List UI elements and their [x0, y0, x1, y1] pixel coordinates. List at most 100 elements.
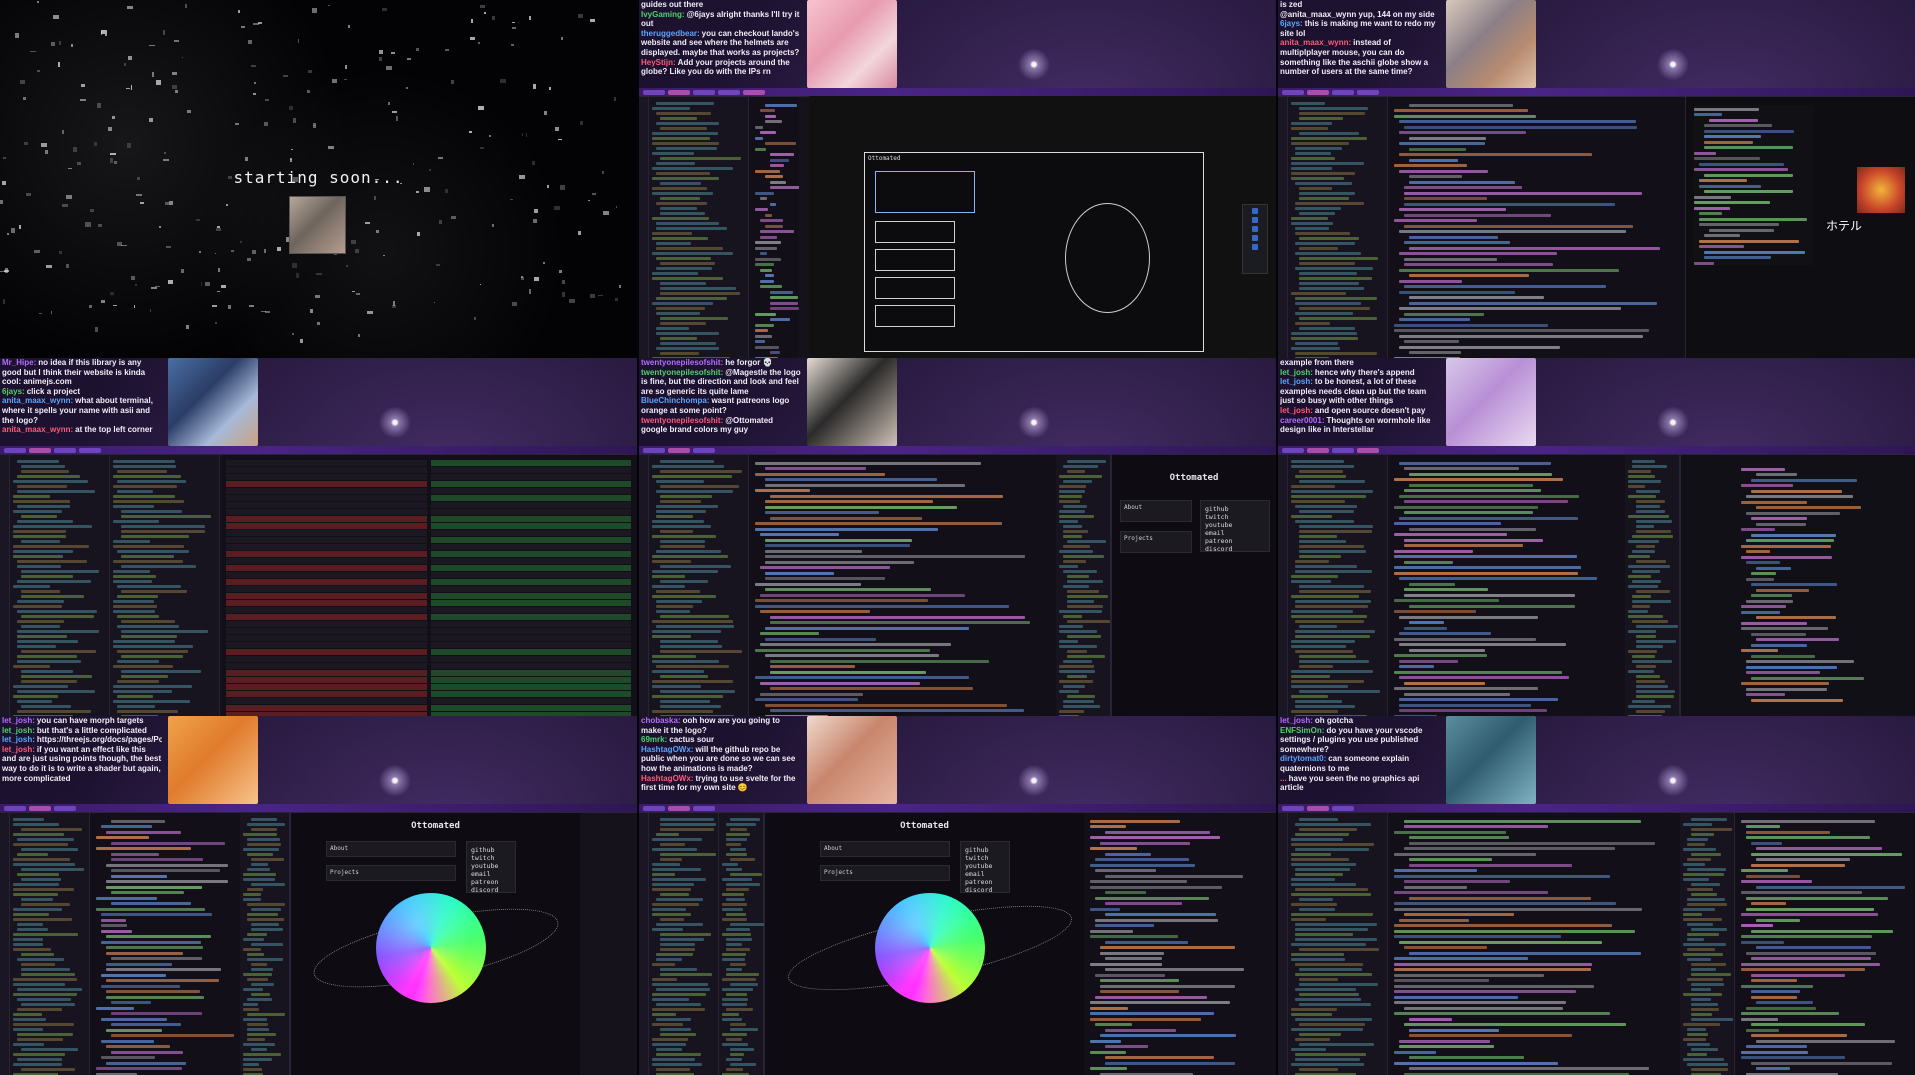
- file-tree-item[interactable]: [660, 690, 735, 693]
- file-tree-item[interactable]: [251, 943, 283, 946]
- file-tree-item[interactable]: [1687, 868, 1726, 871]
- social-link[interactable]: twitch: [471, 854, 511, 862]
- terminal-log[interactable]: [1084, 813, 1276, 1075]
- file-tree-item[interactable]: [656, 958, 682, 961]
- file-tree-item[interactable]: [660, 182, 702, 185]
- open-editors-panel[interactable]: [1056, 455, 1111, 716]
- file-tree-item[interactable]: [1687, 898, 1725, 901]
- file-tree-item[interactable]: [21, 615, 94, 618]
- file-tree-item[interactable]: [247, 958, 283, 961]
- file-tree-item[interactable]: [1636, 560, 1667, 563]
- file-tree-item[interactable]: [652, 525, 712, 528]
- file-tree-item[interactable]: [1691, 973, 1731, 976]
- activity-bar[interactable]: [639, 97, 649, 358]
- chat-username[interactable]: chobaska:: [641, 716, 681, 725]
- file-tree-item[interactable]: [17, 640, 78, 643]
- file-tree-item[interactable]: [1059, 670, 1096, 673]
- file-tree-item[interactable]: [113, 460, 176, 463]
- file-tree-item[interactable]: [1299, 665, 1334, 668]
- file-tree-item[interactable]: [660, 565, 731, 568]
- file-tree-item[interactable]: [1059, 640, 1079, 643]
- file-tree-item[interactable]: [660, 337, 698, 340]
- file-tree-item[interactable]: [726, 948, 751, 951]
- file-tree-item[interactable]: [652, 465, 724, 468]
- file-tree-item[interactable]: [652, 1013, 677, 1016]
- file-tree-item[interactable]: [1067, 635, 1102, 638]
- file-tree-item[interactable]: [1059, 680, 1094, 683]
- file-tree-item[interactable]: [243, 973, 273, 976]
- file-tree-item[interactable]: [1059, 475, 1102, 478]
- file-tree-item[interactable]: [1683, 873, 1725, 876]
- file-tree-item[interactable]: [113, 685, 192, 688]
- file-tree-item[interactable]: [17, 928, 49, 931]
- file-tree-item[interactable]: [1291, 610, 1353, 613]
- file-tree-item[interactable]: [1291, 337, 1359, 340]
- file-tree-item[interactable]: [1291, 172, 1356, 175]
- file-tree-item[interactable]: [730, 828, 747, 831]
- file-tree-item[interactable]: [1299, 237, 1360, 240]
- taskbar[interactable]: [639, 804, 1276, 812]
- file-tree-item[interactable]: [660, 650, 743, 653]
- file-tree-item[interactable]: [113, 505, 155, 508]
- file-tree-item[interactable]: [1291, 843, 1375, 846]
- file-tree-item[interactable]: [726, 823, 757, 826]
- file-tree-item[interactable]: [243, 873, 276, 876]
- file-tree-item[interactable]: [652, 272, 699, 275]
- file-tree-item[interactable]: [652, 908, 686, 911]
- file-tree-item[interactable]: [652, 555, 728, 558]
- file-tree-item[interactable]: [1295, 938, 1377, 941]
- file-tree-item[interactable]: [117, 470, 167, 473]
- file-tree-item[interactable]: [117, 650, 188, 653]
- file-tree-item[interactable]: [1291, 640, 1356, 643]
- file-tree-item[interactable]: [1683, 1023, 1721, 1026]
- file-tree-item[interactable]: [1063, 555, 1104, 558]
- file-tree-item[interactable]: [1687, 958, 1711, 961]
- file-tree-item[interactable]: [17, 485, 68, 488]
- file-tree-item[interactable]: [1691, 983, 1724, 986]
- file-tree-item[interactable]: [1628, 470, 1651, 473]
- file-tree-item[interactable]: [117, 695, 154, 698]
- file-tree-item[interactable]: [1628, 565, 1671, 568]
- file-tree-item[interactable]: [660, 675, 709, 678]
- file-tree-item[interactable]: [656, 327, 689, 330]
- file-tree-item[interactable]: [251, 828, 278, 831]
- file-tree-item[interactable]: [1628, 615, 1664, 618]
- file-tree-item[interactable]: [652, 913, 691, 916]
- diff-editor[interactable]: [220, 455, 637, 716]
- file-tree-item[interactable]: [1291, 858, 1349, 861]
- taskbar[interactable]: [639, 88, 1276, 96]
- file-tree-item[interactable]: [652, 535, 717, 538]
- package-explorer[interactable]: [110, 455, 220, 716]
- file-tree-item[interactable]: [652, 1008, 705, 1011]
- file-tree-item[interactable]: [1683, 993, 1723, 996]
- social-link[interactable]: discord: [471, 886, 511, 894]
- file-tree-item[interactable]: [21, 1068, 76, 1071]
- file-tree-item[interactable]: [660, 317, 728, 320]
- chat-username[interactable]: let_josh:: [2, 735, 35, 744]
- file-tree-item[interactable]: [243, 898, 261, 901]
- code-editor[interactable]: [749, 97, 799, 358]
- file-tree-item[interactable]: [13, 480, 89, 483]
- file-tree-item[interactable]: [660, 640, 719, 643]
- file-tree-item[interactable]: [21, 968, 71, 971]
- file-tree-item[interactable]: [1291, 490, 1374, 493]
- file-tree-item[interactable]: [13, 833, 64, 836]
- file-tree-item[interactable]: [1291, 958, 1345, 961]
- file-tree-item[interactable]: [726, 913, 747, 916]
- file-tree-item[interactable]: [1299, 625, 1337, 628]
- file-tree-item[interactable]: [656, 162, 695, 165]
- file-tree-item[interactable]: [1299, 272, 1357, 275]
- file-tree-item[interactable]: [1295, 635, 1370, 638]
- file-tree-item[interactable]: [1291, 157, 1336, 160]
- file-tree-item[interactable]: [13, 1018, 46, 1021]
- activity-bar[interactable]: [1278, 97, 1288, 358]
- file-tree-item[interactable]: [1291, 127, 1328, 130]
- file-tree-item[interactable]: [1295, 252, 1362, 255]
- file-tree-item[interactable]: [652, 237, 708, 240]
- file-tree-item[interactable]: [247, 838, 281, 841]
- file-tree-item[interactable]: [13, 1063, 62, 1066]
- file-tree-item[interactable]: [1059, 565, 1078, 568]
- file-tree-item[interactable]: [17, 600, 64, 603]
- file-tree-item[interactable]: [1291, 1063, 1364, 1066]
- file-tree-item[interactable]: [660, 948, 695, 951]
